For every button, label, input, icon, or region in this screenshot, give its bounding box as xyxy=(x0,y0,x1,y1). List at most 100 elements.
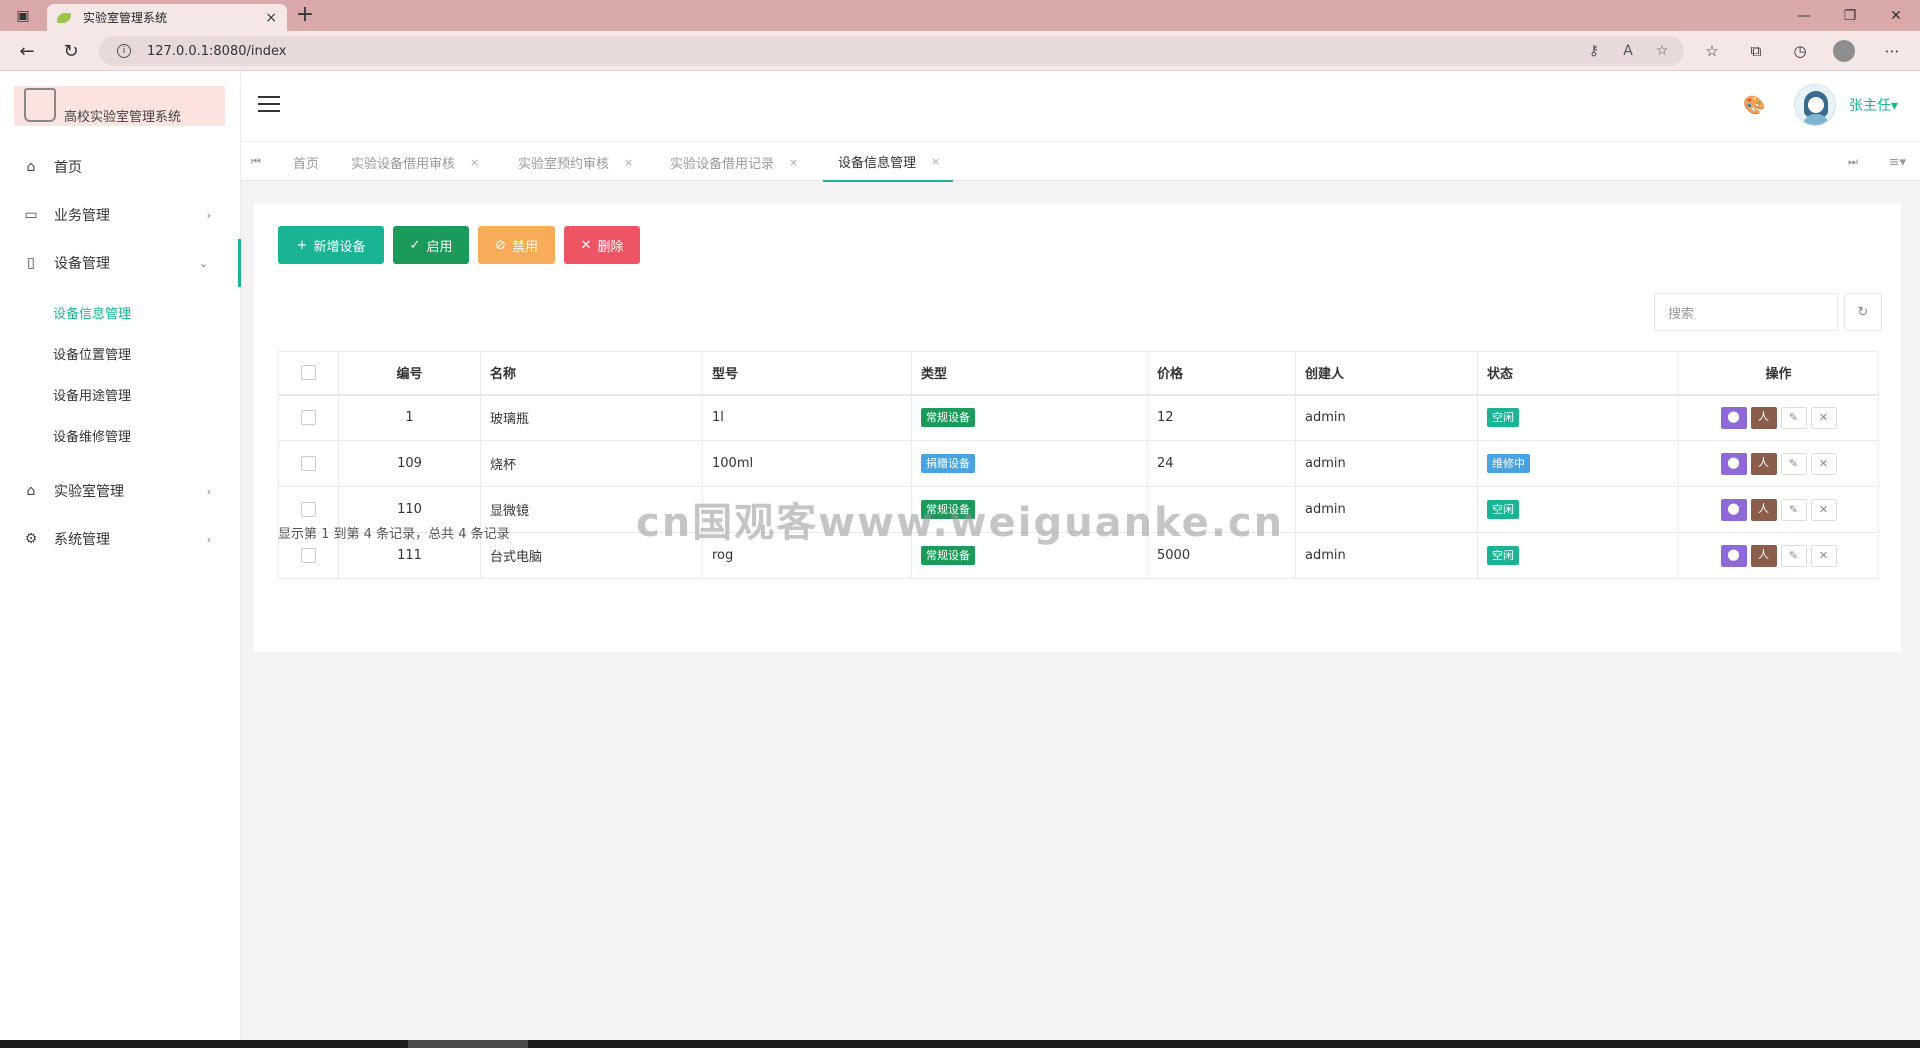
new-tab-button[interactable]: + xyxy=(292,2,318,27)
column-header[interactable]: 编号 xyxy=(338,351,481,396)
location-icon[interactable]: ⬤ xyxy=(1720,452,1747,475)
edit-icon[interactable]: ✎ xyxy=(1780,452,1807,475)
menu-toggle-icon[interactable] xyxy=(258,96,280,114)
sidebar-item-equipment[interactable]: ▯ 设备管理 ⌄ xyxy=(0,239,241,287)
close-icon[interactable]: × xyxy=(470,156,479,169)
column-header[interactable]: 名称 xyxy=(480,351,703,396)
close-icon[interactable]: × xyxy=(624,156,633,169)
delete-icon[interactable]: ✕ xyxy=(1810,406,1837,429)
search-input[interactable]: 搜索 xyxy=(1654,293,1838,331)
tabs-scroll-right-icon[interactable]: ⏭ xyxy=(1838,142,1868,182)
ban-icon: ⊘ xyxy=(495,237,506,253)
edit-icon[interactable]: ✎ xyxy=(1780,498,1807,521)
laptop-icon: ▭ xyxy=(24,207,38,223)
sidebar-item-system[interactable]: ⚙ 系统管理 › xyxy=(0,515,241,563)
person-icon[interactable]: 人 xyxy=(1750,452,1777,475)
institution-icon: ⌂ xyxy=(26,483,36,499)
info-icon[interactable]: i xyxy=(117,44,131,58)
add-equipment-button[interactable]: + 新增设备 xyxy=(278,226,384,264)
sidebar-subitem-equipment-location[interactable]: 设备位置管理 xyxy=(53,341,131,371)
close-icon: ✕ xyxy=(580,237,592,253)
location-icon[interactable]: ⬤ xyxy=(1720,498,1747,521)
delete-icon[interactable]: ✕ xyxy=(1810,452,1837,475)
restore-button[interactable]: ❐ xyxy=(1827,0,1873,31)
close-icon[interactable]: × xyxy=(789,156,798,169)
tab-home[interactable]: 首页 xyxy=(293,142,319,182)
collections-icon[interactable]: ⧉ xyxy=(1744,39,1768,63)
row-checkbox[interactable] xyxy=(301,548,316,563)
creator-cell: admin xyxy=(1295,394,1478,441)
tab-equipment-info[interactable]: 设备信息管理 × xyxy=(823,142,954,182)
logo: 高校实验室管理系统 xyxy=(14,86,225,126)
sidebar-subitem-equipment-repair[interactable]: 设备维修管理 xyxy=(53,423,131,453)
tabs-options-icon[interactable]: ≡▾ xyxy=(1889,142,1906,182)
row-checkbox[interactable] xyxy=(301,456,316,471)
url-field[interactable]: i 127.0.0.1:8080/index ⚷ A ☆ xyxy=(99,36,1684,66)
more-icon[interactable]: ⋯ xyxy=(1880,39,1904,63)
location-icon[interactable]: ⬤ xyxy=(1720,544,1747,567)
tab-borrow-records[interactable]: 实验设备借用记录 × xyxy=(670,142,798,182)
sidebar-item-lab[interactable]: ⌂ 实验室管理 › xyxy=(0,467,241,515)
delete-icon[interactable]: ✕ xyxy=(1810,544,1837,567)
tab-borrow-review[interactable]: 实验设备借用审核 × xyxy=(351,142,479,182)
column-header[interactable]: 类型 xyxy=(911,351,1148,396)
person-icon[interactable]: 人 xyxy=(1750,498,1777,521)
table-row[interactable]: 1 玻璃瓶 1l 常规设备 12 admin 空闲 ⬤ 人 ✎ ✕ xyxy=(278,394,1879,441)
close-window-button[interactable]: ✕ xyxy=(1873,0,1919,31)
id-cell: 1 xyxy=(338,394,481,441)
row-select-cell xyxy=(278,394,339,441)
person-icon[interactable]: 人 xyxy=(1750,544,1777,567)
browser-tabstrip: ▣ 实验室管理系统 × + — ❐ ✕ xyxy=(0,0,1920,31)
button-label: 禁用 xyxy=(511,239,538,255)
row-checkbox[interactable] xyxy=(301,502,316,517)
plus-icon: + xyxy=(296,237,308,253)
column-header[interactable]: 价格 xyxy=(1147,351,1296,396)
delete-icon[interactable]: ✕ xyxy=(1810,498,1837,521)
avatar[interactable] xyxy=(1794,84,1836,126)
sidebar-item-label: 系统管理 xyxy=(54,532,110,548)
favorites-icon[interactable]: ☆ xyxy=(1700,39,1724,63)
edit-icon[interactable]: ✎ xyxy=(1780,544,1807,567)
read-aloud-icon[interactable]: A xyxy=(1613,36,1643,66)
person-icon[interactable]: 人 xyxy=(1750,406,1777,429)
close-tab-icon[interactable]: × xyxy=(265,10,277,26)
row-select-cell xyxy=(278,440,339,487)
profile-avatar-icon[interactable] xyxy=(1833,40,1855,62)
edit-icon[interactable]: ✎ xyxy=(1780,406,1807,429)
row-checkbox[interactable] xyxy=(301,410,316,426)
delete-button[interactable]: ✕ 删除 xyxy=(564,226,640,264)
table-row[interactable]: 109 烧杯 100ml 捐赠设备 24 admin 维修中 ⬤ 人 ✎ ✕ xyxy=(278,440,1879,487)
column-header[interactable]: 型号 xyxy=(702,351,912,396)
sidebar-item-business[interactable]: ▭ 业务管理 › xyxy=(0,191,241,239)
sidebar: 高校实验室管理系统 ⌂ 首页 ▭ 业务管理 › ▯ 设备管理 ⌄ 设备信息管理 … xyxy=(0,71,241,1040)
select-all-checkbox[interactable] xyxy=(301,365,316,381)
chevron-right-icon: › xyxy=(206,532,211,546)
status-cell: 空闲 xyxy=(1477,532,1679,579)
location-icon[interactable]: ⬤ xyxy=(1720,406,1747,429)
column-header[interactable]: 状态 xyxy=(1477,351,1679,396)
reload-icon[interactable]: ↻ xyxy=(59,39,83,63)
sidebar-subitem-equipment-info[interactable]: 设备信息管理 xyxy=(53,300,131,330)
disable-button[interactable]: ⊘ 禁用 xyxy=(478,226,555,264)
back-arrow-icon[interactable]: ← xyxy=(15,39,39,63)
sidebar-subitem-equipment-usage[interactable]: 设备用途管理 xyxy=(53,382,131,412)
palette-icon[interactable]: 🎨 xyxy=(1743,95,1765,116)
sidebar-item-home[interactable]: ⌂ 首页 xyxy=(0,143,241,191)
sidebar-item-label: 实验室管理 xyxy=(54,484,124,500)
tabs-scroll-left-icon[interactable]: ⏮ xyxy=(241,142,271,182)
button-label: 删除 xyxy=(597,239,624,255)
key-icon[interactable]: ⚷ xyxy=(1579,36,1609,66)
column-header[interactable]: 创建人 xyxy=(1295,351,1478,396)
close-icon[interactable]: × xyxy=(931,155,940,168)
refresh-icon[interactable]: ↻ xyxy=(1844,293,1882,331)
enable-button[interactable]: ✓ 启用 xyxy=(393,226,469,264)
sidebar-toggle-icon[interactable]: ▣ xyxy=(0,0,46,31)
user-menu[interactable]: 张主任▾ xyxy=(1849,95,1898,115)
history-icon[interactable]: ◷ xyxy=(1788,39,1812,63)
status-badge: 空闲 xyxy=(1487,546,1519,565)
add-favorite-icon[interactable]: ☆ xyxy=(1647,36,1677,66)
tab-lab-booking-review[interactable]: 实验室预约审核 × xyxy=(518,142,633,182)
type-badge: 常规设备 xyxy=(921,408,975,428)
browser-tab[interactable]: 实验室管理系统 × xyxy=(47,4,287,31)
minimize-button[interactable]: — xyxy=(1781,0,1827,31)
